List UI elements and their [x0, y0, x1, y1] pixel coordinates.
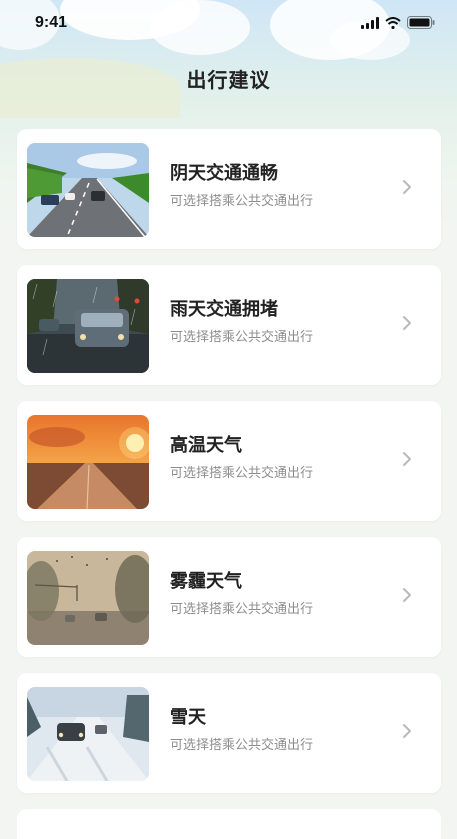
card-title: 雪天: [170, 707, 206, 728]
status-time: 9:41: [35, 14, 68, 31]
advice-card[interactable]: 雾霾天气 可选择搭乘公共交通出行: [17, 537, 441, 657]
advice-list: 阴天交通通畅 可选择搭乘公共交通出行 雨天交通拥堵 可选择搭乘公共交通出行 高温…: [17, 129, 441, 809]
snowy-road-image: [27, 687, 149, 781]
signal-icon: [361, 16, 379, 29]
smog-street-image: [27, 551, 149, 645]
card-title: 雾霾天气: [170, 571, 242, 592]
advice-card[interactable]: 雪天 可选择搭乘公共交通出行: [17, 673, 441, 793]
chevron-right-icon: [403, 180, 411, 194]
hot-road-sunset-image: [27, 415, 149, 509]
advice-card[interactable]: 高温天气 可选择搭乘公共交通出行: [17, 401, 441, 521]
advice-card-partial[interactable]: [17, 809, 441, 839]
advice-card[interactable]: 阴天交通通畅 可选择搭乘公共交通出行: [17, 129, 441, 249]
card-title: 高温天气: [170, 435, 242, 456]
rainy-traffic-image: [27, 279, 149, 373]
card-subtitle: 可选择搭乘公共交通出行: [170, 466, 314, 481]
advice-card[interactable]: 雨天交通拥堵 可选择搭乘公共交通出行: [17, 265, 441, 385]
chevron-right-icon: [403, 452, 411, 466]
card-subtitle: 可选择搭乘公共交通出行: [170, 330, 314, 345]
chevron-right-icon: [403, 316, 411, 330]
chevron-right-icon: [403, 724, 411, 738]
wifi-icon: [385, 16, 401, 29]
chevron-right-icon: [403, 588, 411, 602]
card-subtitle: 可选择搭乘公共交通出行: [170, 194, 314, 209]
page-title: 出行建议: [186, 68, 271, 92]
battery-icon: [407, 16, 435, 29]
overcast-highway-image: [27, 143, 149, 237]
card-subtitle: 可选择搭乘公共交通出行: [170, 738, 314, 753]
card-title: 雨天交通拥堵: [170, 299, 278, 320]
card-title: 阴天交通通畅: [170, 163, 278, 184]
status-bar: 9:41: [0, 0, 457, 46]
card-subtitle: 可选择搭乘公共交通出行: [170, 602, 314, 617]
